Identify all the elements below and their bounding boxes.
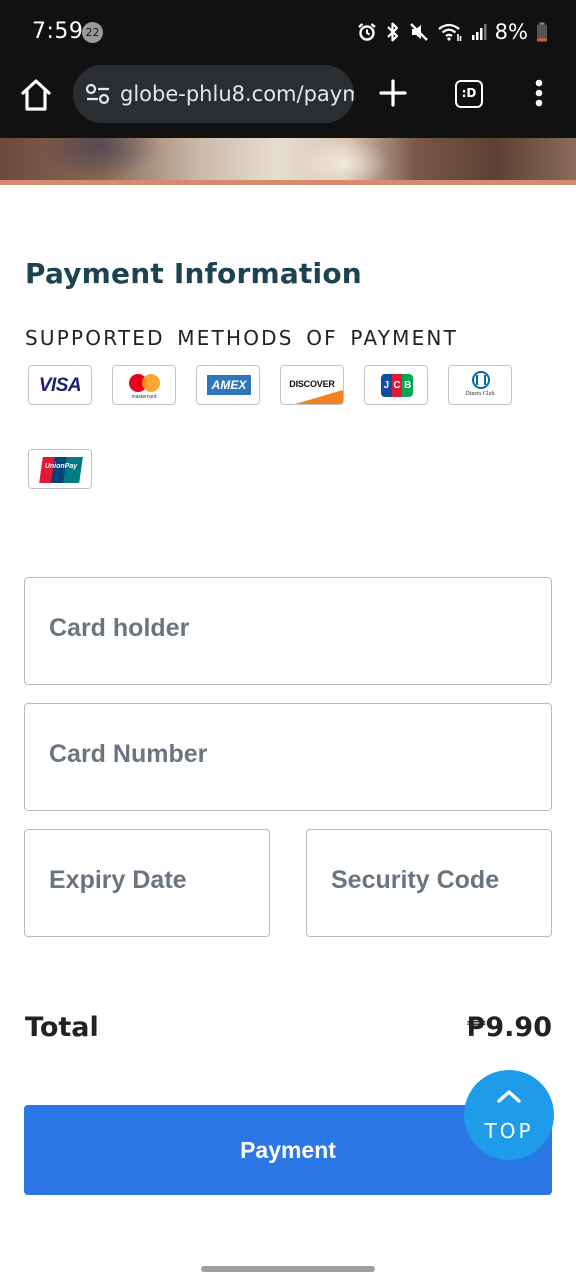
- jcb-logo-mark: J C B: [381, 374, 414, 397]
- section-title: Payment Information: [25, 257, 362, 290]
- discover-orange-band: [295, 390, 343, 404]
- unionpay-logo-mark: UnionPay: [39, 457, 83, 483]
- unionpay-logo: UnionPay: [28, 449, 92, 489]
- hero-highlight: [300, 138, 390, 180]
- card-holder-placeholder: Card holder: [49, 614, 190, 642]
- wifi-icon: [437, 23, 461, 41]
- visa-logo-text: VISA: [38, 375, 82, 396]
- hero-accent-line: [0, 180, 576, 185]
- diners-inner-mark: [476, 375, 486, 385]
- diners-club-logo: Diners Club: [448, 365, 512, 405]
- mute-icon: [409, 23, 428, 41]
- mastercard-yellow-circle: [142, 374, 160, 392]
- supported-methods-label: SUPPORTED METHODS OF PAYMENT: [25, 326, 458, 350]
- back-to-top-label: TOP: [484, 1119, 534, 1143]
- home-icon[interactable]: [20, 78, 52, 112]
- more-menu-icon[interactable]: [534, 78, 544, 108]
- mastercard-logo-text: mastercard: [131, 394, 157, 400]
- hero-image: [0, 138, 576, 180]
- amex-logo: AMEX: [196, 365, 260, 405]
- diners-logo-text: Diners Club: [465, 391, 495, 397]
- status-time: 7:59: [32, 19, 84, 44]
- bluetooth-icon: [386, 22, 398, 42]
- unionpay-green-band: [63, 457, 83, 483]
- security-code-placeholder: Security Code: [331, 866, 500, 894]
- expiry-date-placeholder: Expiry Date: [49, 866, 187, 894]
- url-text[interactable]: globe-phlu8.com/payment: [120, 82, 354, 106]
- status-icons: 8%: [357, 18, 548, 46]
- jcb-letter-b: B: [402, 374, 414, 397]
- back-to-top-button[interactable]: TOP: [464, 1070, 554, 1160]
- total-amount: ₱9.90: [466, 1012, 552, 1043]
- jcb-letter-j: J: [381, 374, 392, 397]
- status-bar: 7:59 22 8%: [0, 0, 576, 60]
- battery-percentage: 8%: [494, 20, 528, 44]
- jcb-letter-c: C: [391, 374, 403, 397]
- gesture-nav-handle[interactable]: [201, 1266, 375, 1272]
- alarm-icon: [357, 23, 376, 41]
- card-number-field[interactable]: Card Number: [24, 703, 552, 811]
- new-tab-icon[interactable]: [379, 79, 407, 107]
- battery-icon: [537, 22, 547, 42]
- amex-logo-text: AMEX: [207, 375, 251, 395]
- jcb-logo: J C B: [364, 365, 428, 405]
- total-label: Total: [25, 1012, 99, 1043]
- visa-logo: VISA: [28, 365, 92, 405]
- expiry-date-field[interactable]: Expiry Date: [24, 829, 270, 937]
- security-code-field[interactable]: Security Code: [306, 829, 552, 937]
- address-bar[interactable]: globe-phlu8.com/payment: [73, 65, 354, 123]
- notification-count-badge: 22: [82, 22, 103, 43]
- discover-logo: DISCOVER: [280, 365, 344, 405]
- tab-switcher-button[interactable]: :D: [455, 80, 483, 108]
- browser-toolbar: globe-phlu8.com/payment :D: [0, 60, 576, 138]
- hero-shading: [40, 138, 160, 180]
- card-holder-field[interactable]: Card holder: [24, 577, 552, 685]
- mastercard-logo: mastercard: [112, 365, 176, 405]
- site-settings-icon[interactable]: [85, 82, 111, 106]
- card-number-placeholder: Card Number: [49, 740, 208, 768]
- unionpay-logo-text: UnionPay: [44, 463, 78, 470]
- chevron-up-icon: [497, 1090, 521, 1103]
- signal-icon: [471, 24, 487, 40]
- discover-logo-text: DISCOVER: [289, 379, 335, 389]
